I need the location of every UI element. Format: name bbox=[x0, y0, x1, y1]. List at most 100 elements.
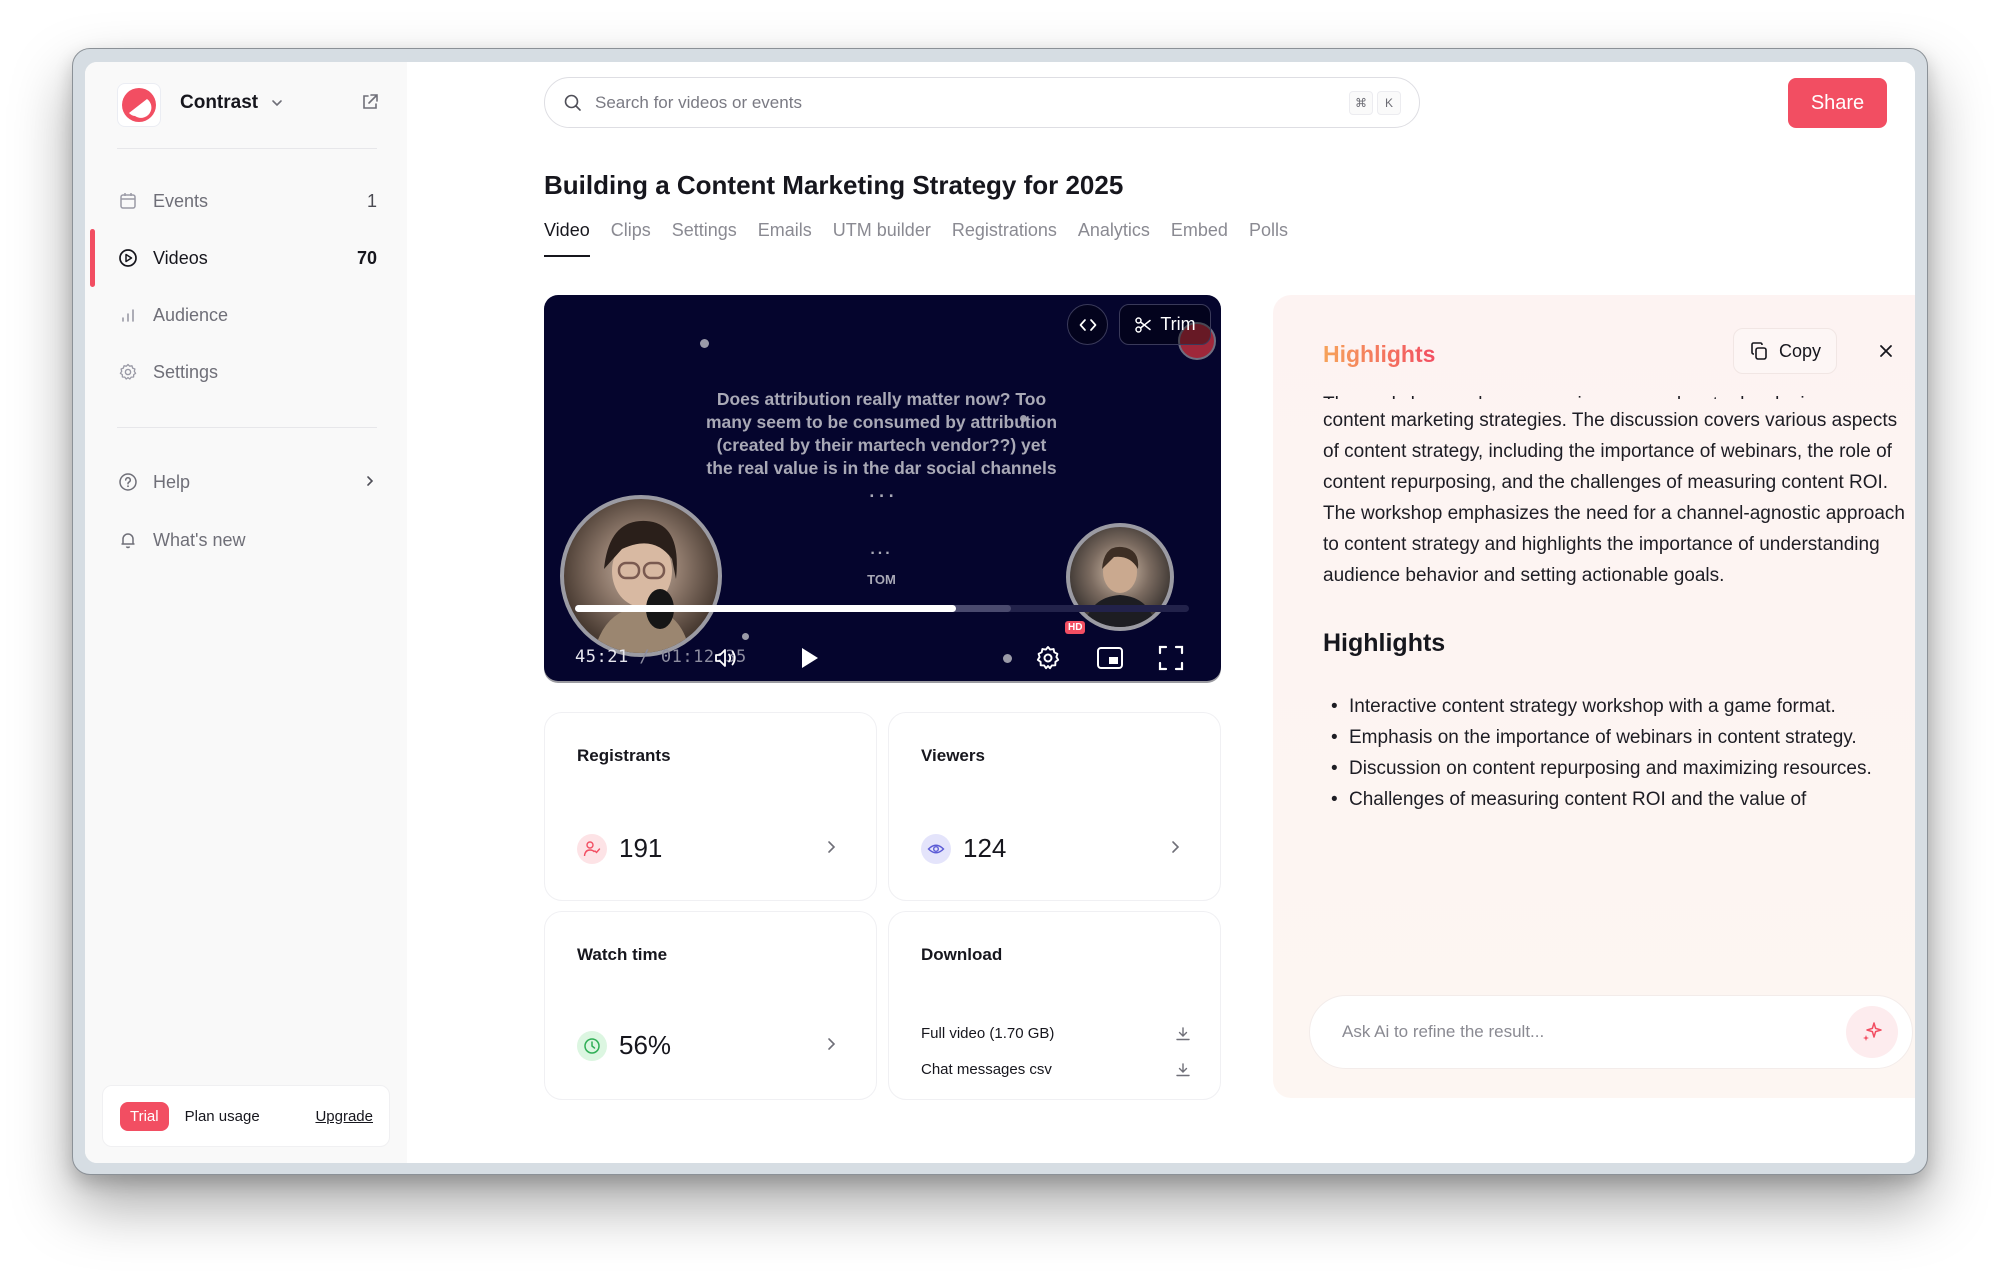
upgrade-link[interactable]: Upgrade bbox=[315, 1108, 373, 1125]
picture-in-picture-button[interactable] bbox=[1093, 641, 1127, 675]
open-external-icon[interactable] bbox=[360, 92, 382, 114]
highlights-title: Highlights bbox=[1323, 341, 1436, 367]
download-card: Download Full video (1.70 GB) Chat messa… bbox=[888, 911, 1221, 1100]
sidebar-item-audience[interactable]: Audience bbox=[117, 295, 377, 335]
download-icon bbox=[1176, 1062, 1190, 1076]
card-value: 191 bbox=[577, 833, 662, 864]
workspace-switcher[interactable]: Contrast bbox=[180, 92, 284, 114]
sidebar-item-help[interactable]: Help bbox=[117, 462, 377, 502]
card-title: Registrants bbox=[577, 746, 671, 765]
chevron-right-icon[interactable] bbox=[1166, 837, 1186, 857]
viewers-card[interactable]: Viewers 124 bbox=[888, 712, 1221, 901]
embed-code-button[interactable] bbox=[1067, 304, 1108, 345]
sidebar-item-settings[interactable]: Settings bbox=[117, 352, 377, 392]
contrast-logo-icon bbox=[122, 88, 156, 122]
bar-chart-icon bbox=[117, 304, 139, 326]
plan-usage-label[interactable]: Plan usage bbox=[185, 1108, 260, 1125]
sidebar-item-label: Settings bbox=[153, 361, 219, 382]
sidebar-item-events[interactable]: Events 1 bbox=[117, 181, 377, 221]
copy-button[interactable]: Copy bbox=[1733, 328, 1837, 374]
highlights-list: Interactive content strategy workshop wi… bbox=[1323, 691, 1913, 815]
sidebar-divider bbox=[117, 427, 377, 428]
scissors-icon bbox=[1135, 316, 1152, 333]
card-title: Viewers bbox=[921, 746, 985, 765]
play-button[interactable] bbox=[792, 641, 826, 675]
sidebar-divider bbox=[117, 148, 377, 149]
bell-icon bbox=[117, 529, 139, 551]
card-title: Watch time bbox=[577, 945, 668, 964]
trim-button[interactable]: Trim bbox=[1119, 304, 1211, 345]
chevron-right-icon[interactable] bbox=[822, 837, 842, 857]
summary-partial-line: The workshop explores engaging approache… bbox=[1323, 389, 1913, 399]
brand-logo[interactable] bbox=[117, 83, 161, 127]
close-button[interactable] bbox=[1872, 337, 1900, 365]
plan-usage-card: Trial Plan usage Upgrade bbox=[102, 1085, 390, 1147]
sidebar-item-label: Events bbox=[153, 190, 209, 211]
video-quote-text: Does attribution really matter now? Too … bbox=[705, 389, 1058, 501]
workspace-name: Contrast bbox=[180, 92, 259, 113]
sidebar-item-label: Audience bbox=[153, 304, 229, 325]
search-input[interactable] bbox=[595, 92, 1345, 113]
video-progress-bar[interactable] bbox=[575, 605, 1189, 612]
registrants-card[interactable]: Registrants 191 bbox=[544, 712, 877, 901]
app-window: Contrast Events 1 Videos 70 Audience Set… bbox=[85, 62, 1915, 1163]
highlight-item: Discussion on content repurposing and ma… bbox=[1323, 753, 1913, 784]
tab-embed[interactable]: Embed bbox=[1171, 220, 1228, 257]
clock-icon bbox=[577, 1030, 607, 1061]
fullscreen-button[interactable] bbox=[1154, 641, 1188, 675]
active-indicator bbox=[90, 229, 95, 287]
page-title: Building a Content Marketing Strategy fo… bbox=[544, 170, 1124, 200]
sparkle-icon bbox=[1863, 1022, 1882, 1041]
download-chat-csv[interactable]: Chat messages csv bbox=[921, 1061, 1191, 1078]
video-player[interactable]: Does attribution really matter now? Too … bbox=[544, 295, 1221, 681]
chevron-right-icon bbox=[363, 472, 377, 493]
hd-badge: HD bbox=[1065, 621, 1086, 634]
card-value: 124 bbox=[921, 833, 1006, 864]
tab-clips[interactable]: Clips bbox=[611, 220, 651, 257]
tab-video[interactable]: Video bbox=[544, 220, 590, 257]
speaker-avatar-icon bbox=[594, 520, 690, 653]
ai-refine-box bbox=[1309, 995, 1913, 1069]
decorative-dot bbox=[700, 339, 709, 348]
tab-polls[interactable]: Polls bbox=[1249, 220, 1288, 257]
highlights-panel: Highlights Copy The workshop explores en… bbox=[1273, 295, 1915, 1098]
highlight-item: Emphasis on the importance of webinars i… bbox=[1323, 722, 1913, 753]
tab-emails[interactable]: Emails bbox=[758, 220, 812, 257]
play-circle-icon bbox=[117, 247, 139, 269]
user-check-icon bbox=[577, 833, 607, 864]
volume-button[interactable] bbox=[710, 641, 744, 675]
settings-button[interactable] bbox=[1031, 641, 1065, 675]
tab-utm-builder[interactable]: UTM builder bbox=[833, 220, 931, 257]
current-time: 45:21 bbox=[575, 647, 629, 667]
tab-analytics[interactable]: Analytics bbox=[1078, 220, 1150, 257]
main-content: ⌘ K Share Building a Content Marketing S… bbox=[407, 62, 1915, 1163]
eye-icon bbox=[921, 833, 951, 864]
highlight-item: Challenges of measuring content ROI and … bbox=[1323, 784, 1913, 815]
speaker-camera-right bbox=[1066, 523, 1174, 631]
card-title: Download bbox=[921, 945, 1003, 964]
shortcut-key: ⌘ bbox=[1349, 90, 1373, 115]
sidebar-item-whats-new[interactable]: What's new bbox=[117, 520, 377, 560]
video-quote-author: TOM bbox=[867, 572, 896, 587]
volume-icon bbox=[715, 649, 736, 667]
download-item-label: Chat messages csv bbox=[921, 1061, 1052, 1078]
viewers-count: 124 bbox=[963, 833, 1007, 863]
watch-time-card[interactable]: Watch time 56% bbox=[544, 911, 877, 1100]
sidebar-item-label: What's new bbox=[153, 529, 246, 550]
gear-icon bbox=[117, 361, 139, 383]
download-item-label: Full video (1.70 GB) bbox=[921, 1025, 1055, 1042]
video-quote-ellipsis: ... bbox=[870, 541, 893, 558]
search-bar[interactable]: ⌘ K bbox=[544, 77, 1420, 128]
close-icon bbox=[1880, 345, 1892, 357]
picture-in-picture-icon bbox=[1097, 647, 1123, 669]
chevron-right-icon[interactable] bbox=[822, 1034, 842, 1054]
sidebar-item-count: 1 bbox=[366, 190, 377, 211]
share-button[interactable]: Share bbox=[1788, 78, 1887, 128]
tab-registrations[interactable]: Registrations bbox=[952, 220, 1057, 257]
trim-label: Trim bbox=[1160, 314, 1196, 334]
ai-submit-button[interactable] bbox=[1846, 1006, 1898, 1058]
sidebar-item-videos[interactable]: Videos 70 bbox=[117, 238, 377, 278]
tab-settings[interactable]: Settings bbox=[672, 220, 737, 257]
ai-refine-input[interactable] bbox=[1342, 1022, 1846, 1042]
download-full-video[interactable]: Full video (1.70 GB) bbox=[921, 1025, 1191, 1042]
